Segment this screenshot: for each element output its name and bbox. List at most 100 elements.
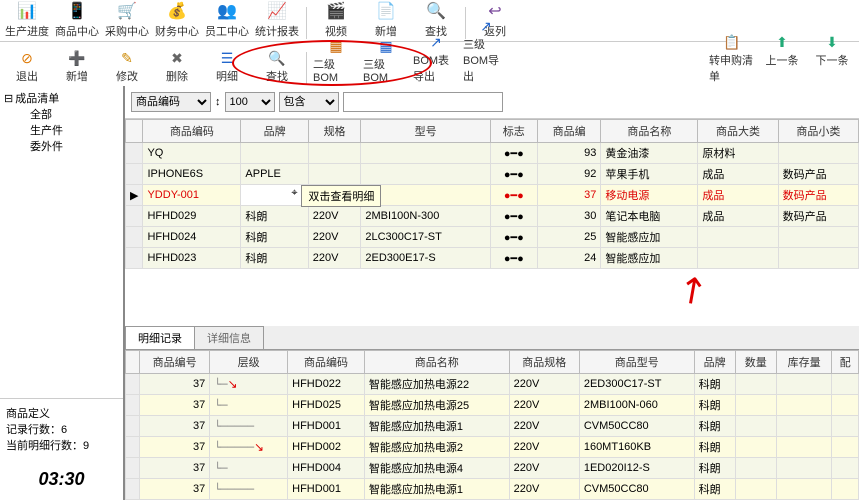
det-qty[interactable] xyxy=(735,479,776,500)
tab-detail[interactable]: 明细记录 xyxy=(125,326,195,349)
det-model[interactable]: 2ED300C17-ST xyxy=(579,374,694,395)
cell-id[interactable]: 24 xyxy=(537,248,601,269)
det-cfg[interactable] xyxy=(832,374,859,395)
det-name[interactable]: 智能感应加热电源22 xyxy=(364,374,509,395)
cell-brand[interactable]: 科朗 xyxy=(241,206,308,227)
det-cfg[interactable] xyxy=(832,458,859,479)
cell-spec[interactable]: 220V xyxy=(308,248,361,269)
detail-row[interactable]: 37└─HFHD025智能感应加热电源25220V2MBI100N-060科朗 xyxy=(126,395,859,416)
det-col-header[interactable]: 商品规格 xyxy=(509,351,579,374)
det-level[interactable]: └───── xyxy=(210,479,288,500)
cell-cat2[interactable]: 数码产品 xyxy=(778,206,858,227)
det-spec[interactable]: 220V xyxy=(509,458,579,479)
det-code[interactable]: HFHD025 xyxy=(288,395,365,416)
cell-id[interactable]: 93 xyxy=(537,143,601,164)
det-name[interactable]: 智能感应加热电源4 xyxy=(364,458,509,479)
det-qty[interactable] xyxy=(735,416,776,437)
detail-row[interactable]: 37└─────HFHD001智能感应加热电源1220VCVM50CC80科朗 xyxy=(126,416,859,437)
cell-id[interactable]: 37 xyxy=(537,185,601,206)
action-修改[interactable]: ✎修改 xyxy=(104,48,150,84)
col-header[interactable]: 商品名称 xyxy=(601,120,698,143)
action-BOM表导出[interactable]: ↗BOM表导出 xyxy=(413,32,459,84)
action-删除[interactable]: ✖删除 xyxy=(154,48,200,84)
cell-flag[interactable]: ●━● xyxy=(490,206,537,227)
det-code[interactable]: HFHD004 xyxy=(288,458,365,479)
det-level[interactable]: └─────↘ xyxy=(210,437,288,458)
cell-spec[interactable] xyxy=(308,164,361,185)
det-brand[interactable]: 科朗 xyxy=(694,374,735,395)
table-row[interactable]: HFHD024科朗220V2LC300C17-ST●━●25智能感应加 xyxy=(126,227,859,248)
toolbar-员工中心[interactable]: 👥员工中心 xyxy=(204,0,250,39)
filter-field[interactable]: 商品编码 xyxy=(131,92,211,112)
det-model[interactable]: 1ED020I12-S xyxy=(579,458,694,479)
det-stock[interactable] xyxy=(776,458,832,479)
col-header[interactable]: 规格 xyxy=(308,120,361,143)
toolbar-视频[interactable]: 🎬视频 xyxy=(313,0,359,39)
toolbar-新增[interactable]: 📄新增 xyxy=(363,0,409,39)
action-三级BOM导出[interactable]: ↗三级BOM导出 xyxy=(463,16,509,84)
det-spec[interactable]: 220V xyxy=(509,479,579,500)
det-stock[interactable] xyxy=(776,437,832,458)
cell-name[interactable]: 移动电源 xyxy=(601,185,698,206)
filter-input[interactable] xyxy=(343,92,503,112)
action-二级BOM[interactable]: ▦二级BOM xyxy=(313,36,359,84)
cell-code[interactable]: YQ xyxy=(143,143,241,164)
cell-code[interactable]: IPHONE6S xyxy=(143,164,241,185)
tree-root[interactable]: ⊟ 成品清单 xyxy=(4,90,119,106)
det-cfg[interactable] xyxy=(832,479,859,500)
tree-item[interactable]: 生产件 xyxy=(4,122,119,138)
table-row[interactable]: ▶YDDY-001⌖双击查看明细●━●37移动电源成品数码产品 xyxy=(126,185,859,206)
cell-flag[interactable]: ●━● xyxy=(490,164,537,185)
col-header[interactable]: 品牌 xyxy=(241,120,308,143)
det-model[interactable]: 2MBI100N-060 xyxy=(579,395,694,416)
filter-match[interactable]: 包含 xyxy=(279,92,339,112)
tree-item[interactable]: 全部 xyxy=(4,106,119,122)
cell-cat1[interactable] xyxy=(698,248,778,269)
det-model[interactable]: CVM50CC80 xyxy=(579,479,694,500)
col-header[interactable]: 型号 xyxy=(361,120,490,143)
cell-model[interactable]: 2ED300E17-S xyxy=(361,248,490,269)
cell-flag[interactable]: ●━● xyxy=(490,143,537,164)
det-level[interactable]: └───── xyxy=(210,416,288,437)
col-header[interactable]: 标志 xyxy=(490,120,537,143)
detail-grid[interactable]: 商品编号层级商品编码商品名称商品规格商品型号品牌数量库存量配37└─↘HFHD0… xyxy=(125,350,859,500)
filter-size[interactable]: 100 xyxy=(225,92,275,112)
cell-cat1[interactable] xyxy=(698,227,778,248)
toolbar-统计报表[interactable]: 📈统计报表 xyxy=(254,0,300,39)
det-name[interactable]: 智能感应加热电源2 xyxy=(364,437,509,458)
main-grid[interactable]: 商品编码品牌规格型号标志商品编商品名称商品大类商品小类YQ●━●93黄金油漆原材… xyxy=(125,119,859,269)
det-stock[interactable] xyxy=(776,416,832,437)
det-model[interactable]: 160MT160KB xyxy=(579,437,694,458)
cell-name[interactable]: 智能感应加 xyxy=(601,227,698,248)
cell-flag[interactable]: ●━● xyxy=(490,227,537,248)
cell-id[interactable]: 30 xyxy=(537,206,601,227)
cell-model[interactable]: 2MBI100N-300 xyxy=(361,206,490,227)
det-name[interactable]: 智能感应加热电源1 xyxy=(364,416,509,437)
cell-cat2[interactable] xyxy=(778,248,858,269)
cell-flag[interactable]: ●━● xyxy=(490,185,537,206)
action-退出[interactable]: ⊘退出 xyxy=(4,48,50,84)
det-stock[interactable] xyxy=(776,374,832,395)
det-qty[interactable] xyxy=(735,437,776,458)
detail-row[interactable]: 37└─────↘HFHD002智能感应加热电源2220V160MT160KB科… xyxy=(126,437,859,458)
cell-brand[interactable]: APPLE xyxy=(241,164,308,185)
cell-cat2[interactable]: 数码产品 xyxy=(778,185,858,206)
det-stock[interactable] xyxy=(776,395,832,416)
det-id[interactable]: 37 xyxy=(140,458,210,479)
cell-name[interactable]: 苹果手机 xyxy=(601,164,698,185)
det-name[interactable]: 智能感应加热电源1 xyxy=(364,479,509,500)
cell-editing[interactable]: ⌖双击查看明细 xyxy=(241,185,308,206)
detail-row[interactable]: 37└─HFHD004智能感应加热电源4220V1ED020I12-S科朗 xyxy=(126,458,859,479)
det-brand[interactable]: 科朗 xyxy=(694,395,735,416)
cell-code[interactable]: HFHD029 xyxy=(143,206,241,227)
det-col-header[interactable]: 层级 xyxy=(210,351,288,374)
det-brand[interactable]: 科朗 xyxy=(694,458,735,479)
tree-item[interactable]: 委外件 xyxy=(4,138,119,154)
cell-cat1[interactable]: 成品 xyxy=(698,185,778,206)
det-id[interactable]: 37 xyxy=(140,395,210,416)
cell-brand[interactable] xyxy=(241,143,308,164)
det-brand[interactable]: 科朗 xyxy=(694,416,735,437)
cell-cat2[interactable] xyxy=(778,227,858,248)
det-spec[interactable]: 220V xyxy=(509,416,579,437)
det-col-header[interactable]: 商品编码 xyxy=(288,351,365,374)
